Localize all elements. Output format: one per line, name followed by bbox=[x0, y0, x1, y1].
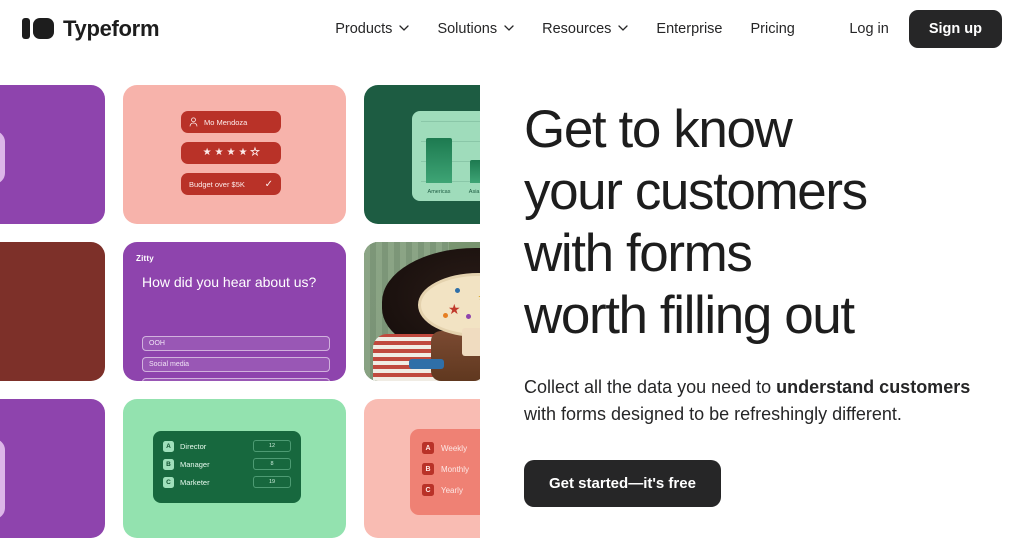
headline-line: your customers bbox=[524, 162, 868, 221]
nav-label: Enterprise bbox=[656, 20, 723, 37]
hero-section: erage rating ★ ★ ★ ★ Mo Mendoza bbox=[0, 57, 1024, 548]
frequency-row: A Weekly bbox=[422, 442, 480, 454]
axis-label: Americas bbox=[427, 189, 451, 195]
nav-label: Products bbox=[335, 20, 393, 37]
frequency-panel: A Weekly B Monthly C Yearly bbox=[410, 429, 480, 515]
headline-line: with forms bbox=[524, 224, 753, 283]
lead-chip: fied lead ry Smith y@company.com $10,000 bbox=[0, 439, 5, 519]
card-photo: ★ ★ bbox=[364, 242, 480, 381]
signup-button[interactable]: Sign up bbox=[908, 9, 1002, 48]
bar-chart-panel: Americas Asia Pacific Eur bbox=[412, 111, 480, 201]
brand-name: Typeform bbox=[63, 15, 160, 41]
option-label: Weekly bbox=[441, 443, 468, 453]
option-label: Marketer bbox=[180, 477, 210, 487]
photo-illustration: ★ ★ bbox=[364, 242, 480, 381]
option-key: A bbox=[163, 440, 174, 452]
headline-line: worth filling out bbox=[524, 286, 855, 345]
zitty-options: OOH Social media Email bbox=[142, 336, 330, 381]
card-frequency: A Weekly B Monthly C Yearly bbox=[364, 399, 480, 538]
chevron-down-icon bbox=[618, 25, 629, 31]
role-row: B Manager 8 bbox=[163, 458, 291, 470]
zitty-option[interactable]: OOH bbox=[142, 336, 330, 351]
frequency-row: C Yearly bbox=[422, 484, 480, 496]
nav-item-products[interactable]: Products bbox=[335, 20, 410, 37]
option-key: A bbox=[422, 442, 434, 454]
zitty-question: How did you hear about us? bbox=[142, 274, 317, 290]
brand-logo[interactable]: Typeform bbox=[22, 15, 160, 42]
card-collage: erage rating ★ ★ ★ ★ Mo Mendoza bbox=[0, 57, 480, 548]
option-key: C bbox=[422, 484, 434, 496]
chip-label: Mo Mendoza bbox=[204, 117, 248, 127]
nav-item-pricing[interactable]: Pricing bbox=[751, 21, 795, 37]
chart-bars bbox=[426, 125, 480, 183]
option-key: B bbox=[422, 463, 434, 475]
person-icon bbox=[189, 117, 198, 127]
rating-chip: erage rating ★ ★ ★ ★ bbox=[0, 131, 5, 184]
card-bar-chart: Americas Asia Pacific Eur bbox=[364, 85, 480, 224]
card-zitty-survey: Zitty How did you hear about us? OOH Soc… bbox=[123, 242, 346, 381]
star-icon: ★ bbox=[238, 147, 248, 158]
option-count: 12 bbox=[253, 440, 291, 452]
typeform-logo-icon bbox=[22, 18, 54, 39]
zitty-option[interactable]: Email bbox=[142, 378, 330, 381]
nav-label: Solutions bbox=[437, 20, 498, 37]
star-outline-icon: ★ bbox=[250, 147, 260, 158]
site-header: Typeform Products Solutions Resources En… bbox=[0, 0, 1024, 57]
main-navigation: Products Solutions Resources Enterprise … bbox=[335, 21, 795, 37]
nav-label: Resources bbox=[542, 20, 612, 37]
hero-copy: Get to know your customers with forms wo… bbox=[480, 57, 1024, 548]
nav-label: Pricing bbox=[750, 20, 795, 37]
role-row: A Director 12 bbox=[163, 440, 291, 452]
chip-label: Budget over $5K bbox=[189, 179, 245, 189]
bar bbox=[470, 160, 480, 183]
zitty-option[interactable]: Social media bbox=[142, 357, 330, 372]
nav-item-enterprise[interactable]: Enterprise bbox=[656, 21, 722, 37]
zitty-brand: Zitty bbox=[136, 254, 154, 263]
chip-budget: Budget over $5K ✓ bbox=[181, 173, 281, 195]
nav-item-solutions[interactable]: Solutions bbox=[437, 21, 514, 37]
role-panel: A Director 12 B Manager 8 C Marketer 19 bbox=[153, 431, 301, 503]
card-role-ranking: A Director 12 B Manager 8 C Marketer 19 bbox=[123, 399, 346, 538]
option-key: B bbox=[163, 458, 174, 470]
option-label: Director bbox=[180, 441, 207, 451]
role-row: C Marketer 19 bbox=[163, 476, 291, 488]
card-average-rating: erage rating ★ ★ ★ ★ bbox=[0, 85, 105, 224]
frequency-row: B Monthly bbox=[422, 463, 480, 475]
axis-label: Asia Pacific bbox=[468, 189, 480, 195]
card-answer-chips: Mo Mendoza ★ ★ ★ ★ ★ Budget over $5K ✓ bbox=[123, 85, 346, 224]
headline-line: Get to know bbox=[524, 100, 793, 159]
chart-axis-labels: Americas Asia Pacific Eur bbox=[422, 189, 480, 195]
get-started-button[interactable]: Get started—it's free bbox=[524, 459, 721, 507]
option-label: Monthly bbox=[441, 464, 470, 474]
subhead-after: with forms designed to be refreshingly d… bbox=[524, 404, 902, 425]
page-title: Get to know your customers with forms wo… bbox=[524, 99, 994, 347]
option-label: Manager bbox=[180, 459, 210, 469]
answer-chip-list: Mo Mendoza ★ ★ ★ ★ ★ Budget over $5K ✓ bbox=[181, 111, 281, 195]
subhead-before: Collect all the data you need to bbox=[524, 377, 777, 397]
card-red-bars bbox=[0, 242, 105, 381]
star-icon: ★ bbox=[202, 147, 212, 158]
option-key: C bbox=[163, 476, 174, 488]
chip-respondent-name: Mo Mendoza bbox=[181, 111, 281, 133]
hero-subheading: Collect all the data you need to underst… bbox=[524, 374, 979, 429]
subhead-emphasis: understand customers bbox=[776, 377, 971, 397]
star-icon: ★ bbox=[226, 147, 236, 158]
option-count: 8 bbox=[253, 458, 291, 470]
option-count: 19 bbox=[253, 476, 291, 488]
login-link[interactable]: Log in bbox=[849, 21, 889, 37]
chevron-down-icon bbox=[399, 25, 410, 31]
star-icon: ★ bbox=[214, 147, 224, 158]
check-icon: ✓ bbox=[264, 178, 273, 190]
nav-item-resources[interactable]: Resources bbox=[542, 20, 629, 37]
account-actions: Log in Sign up bbox=[849, 9, 1002, 48]
card-qualified-lead: fied lead ry Smith y@company.com $10,000 bbox=[0, 399, 105, 538]
option-label: Yearly bbox=[441, 485, 463, 495]
chip-star-rating: ★ ★ ★ ★ ★ bbox=[181, 142, 281, 164]
bar bbox=[426, 138, 452, 183]
chevron-down-icon bbox=[504, 25, 514, 31]
